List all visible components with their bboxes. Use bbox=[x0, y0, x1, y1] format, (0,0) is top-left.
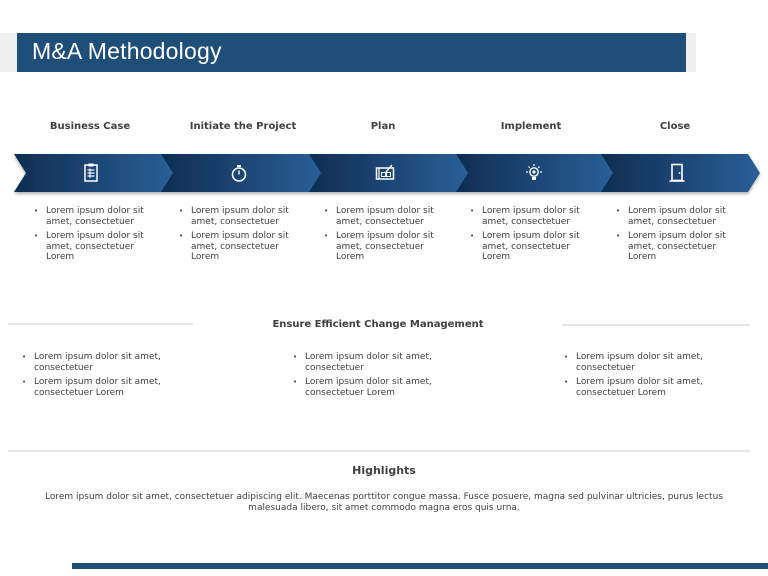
highlights-text: Lorem ipsum dolor sit amet, consectetuer… bbox=[45, 492, 723, 513]
bullet-item: Lorem ipsum dolor sit amet, consectetuer… bbox=[34, 231, 164, 263]
phase-bullets-implement: Lorem ipsum dolor sit amet, consectetuer… bbox=[470, 206, 600, 267]
bullet-item: Lorem ipsum dolor sit amet, consectetuer bbox=[22, 352, 187, 373]
bullet-item: Lorem ipsum dolor sit amet, consectetuer… bbox=[179, 231, 309, 263]
bullet-item: Lorem ipsum dolor sit amet, consectetuer bbox=[324, 206, 454, 227]
highlights-title: Highlights bbox=[352, 464, 416, 477]
phase-bullets-close: Lorem ipsum dolor sit amet, consectetuer… bbox=[616, 206, 746, 267]
bullet-item: Lorem ipsum dolor sit amet, consectetuer bbox=[34, 206, 164, 227]
bullet-item: Lorem ipsum dolor sit amet, consectetuer… bbox=[324, 231, 454, 263]
page-title: M&A Methodology bbox=[32, 38, 222, 64]
highlights-divider bbox=[8, 450, 750, 452]
bullet-item: Lorem ipsum dolor sit amet, consectetuer… bbox=[564, 377, 729, 398]
change-management-title: Ensure Efficient Change Management bbox=[272, 319, 484, 330]
change-management-column-3: Lorem ipsum dolor sit amet, consectetuer… bbox=[564, 352, 729, 402]
header-bar: M&A Methodology bbox=[17, 33, 686, 72]
bullet-item: Lorem ipsum dolor sit amet, consectetuer bbox=[564, 352, 729, 373]
bullet-item: Lorem ipsum dolor sit amet, consectetuer… bbox=[616, 231, 746, 263]
bullet-item: Lorem ipsum dolor sit amet, consectetuer bbox=[470, 206, 600, 227]
phase-title-plan: Plan bbox=[370, 121, 396, 132]
bullet-item: Lorem ipsum dolor sit amet, consectetuer bbox=[293, 352, 458, 373]
bullet-item: Lorem ipsum dolor sit amet, consectetuer bbox=[616, 206, 746, 227]
phase-title-implement: Implement bbox=[500, 121, 562, 132]
bullet-item: Lorem ipsum dolor sit amet, consectetuer… bbox=[22, 377, 187, 398]
lightbulb-icon bbox=[526, 164, 542, 180]
footer-bar bbox=[72, 563, 768, 569]
phase-title-initiate: Initiate the Project bbox=[189, 121, 297, 132]
bullet-item: Lorem ipsum dolor sit amet, consectetuer bbox=[179, 206, 309, 227]
phase-title-business-case: Business Case bbox=[49, 121, 131, 132]
phase-bullets-business-case: Lorem ipsum dolor sit amet, consectetuer… bbox=[34, 206, 164, 267]
clipboard-icon bbox=[84, 163, 98, 182]
bullet-item: Lorem ipsum dolor sit amet, consectetuer… bbox=[293, 377, 458, 398]
stopwatch-icon bbox=[231, 165, 247, 182]
phase-title-close: Close bbox=[659, 121, 691, 132]
bullet-item: Lorem ipsum dolor sit amet, consectetuer… bbox=[470, 231, 600, 263]
change-management-column-2: Lorem ipsum dolor sit amet, consectetuer… bbox=[293, 352, 458, 402]
change-management-column-1: Lorem ipsum dolor sit amet, consectetuer… bbox=[22, 352, 187, 402]
phase-bullets-plan: Lorem ipsum dolor sit amet, consectetuer… bbox=[324, 206, 454, 267]
blueprint-icon bbox=[375, 164, 395, 180]
door-icon bbox=[669, 163, 685, 182]
phase-bullets-initiate: Lorem ipsum dolor sit amet, consectetuer… bbox=[179, 206, 309, 267]
